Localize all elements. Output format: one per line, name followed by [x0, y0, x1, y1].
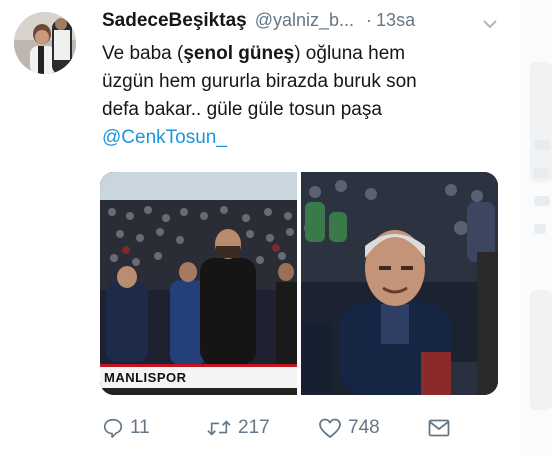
retweet-icon: [207, 420, 231, 436]
envelope-icon: [428, 419, 450, 437]
retweet-count: 217: [238, 417, 270, 438]
time-separator: ·: [366, 10, 373, 30]
media-image-left[interactable]: MANLISPOR: [100, 172, 297, 395]
background-text: [534, 224, 546, 234]
media-caption-bar: MANLISPOR: [100, 364, 297, 388]
background-text: [534, 168, 548, 178]
display-name[interactable]: SadeceBeşiktaş: [102, 10, 247, 32]
mention-link[interactable]: @CenkTosun_: [102, 124, 502, 152]
media-caption: MANLISPOR: [104, 370, 187, 385]
tweet-text-line-2: üzgün hem gururla birazda buruk son: [102, 71, 417, 92]
like-count: 748: [348, 417, 380, 438]
background-panel: [520, 0, 552, 455]
direct-message-button[interactable]: [428, 414, 450, 442]
reply-icon: [103, 418, 123, 438]
tweet-actions: 11 217 748: [102, 414, 462, 442]
background-text: [534, 140, 550, 150]
tweet-media[interactable]: MANLISPOR: [100, 172, 498, 395]
tweet-text-line-1: Ve baba (şenol güneş) oğluna hem: [102, 43, 406, 64]
background-card: [530, 62, 552, 182]
heart-icon: [319, 418, 341, 438]
like-button[interactable]: 748: [318, 414, 380, 442]
tweet-header: SadeceBeşiktaş @yalniz_b... · 13sa: [102, 10, 520, 36]
retweet-button[interactable]: 217: [206, 414, 270, 442]
timestamp[interactable]: · 13sa: [366, 10, 415, 31]
background-text: [534, 196, 550, 206]
media-caption-subbar: [100, 388, 297, 395]
user-handle[interactable]: @yalniz_b...: [255, 10, 354, 31]
bold-name: şenol güneş: [183, 43, 295, 64]
media-image-right[interactable]: [301, 172, 498, 395]
tweet-text: Ve baba (şenol güneş) oğluna hem üzgün h…: [102, 40, 502, 152]
time-value: 13sa: [376, 10, 416, 30]
avatar[interactable]: [14, 12, 76, 74]
background-card: [530, 290, 552, 410]
reply-count: 11: [130, 417, 150, 438]
chevron-down-icon[interactable]: [482, 16, 498, 32]
reply-button[interactable]: 11: [102, 414, 150, 442]
tweet-card[interactable]: SadeceBeşiktaş @yalniz_b... · 13sa Ve bab…: [0, 0, 520, 455]
tweet-text-line-3: defa bakar.. güle güle tosun paşa: [102, 99, 382, 120]
